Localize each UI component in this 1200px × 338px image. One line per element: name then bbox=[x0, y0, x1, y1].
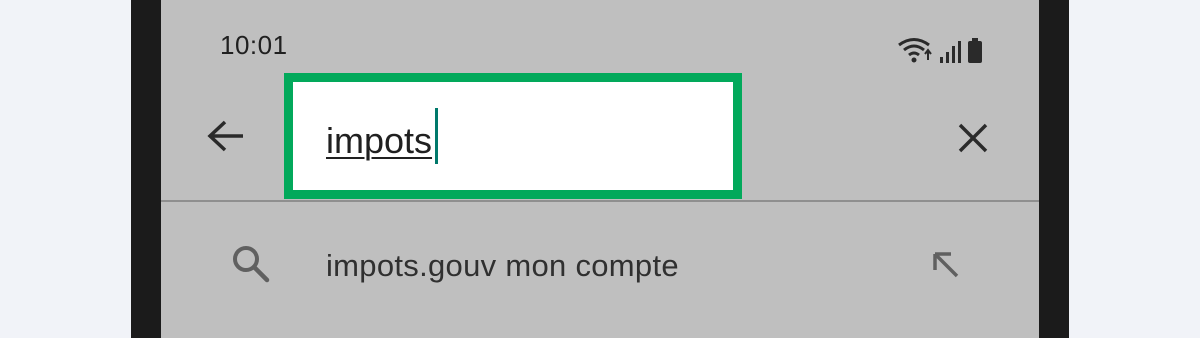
phone-screen: 10:01 impots impots.gouv mon compte bbox=[161, 0, 1039, 338]
device-bezel-right bbox=[1039, 0, 1069, 338]
arrow-left-icon bbox=[207, 120, 243, 152]
device-bezel-left bbox=[131, 0, 161, 338]
back-button[interactable] bbox=[201, 116, 249, 156]
text-caret bbox=[435, 108, 438, 164]
divider bbox=[161, 200, 1039, 202]
signal-icon bbox=[939, 40, 961, 64]
status-time: 10:01 bbox=[220, 30, 288, 60]
search-icon bbox=[229, 242, 273, 291]
close-icon bbox=[958, 123, 988, 153]
search-query-text: impots bbox=[326, 120, 433, 161]
suggestion-label: impots.gouv mon compte bbox=[326, 248, 679, 283]
fill-query-button[interactable] bbox=[927, 246, 963, 282]
battery-icon bbox=[967, 38, 983, 64]
search-input[interactable]: impots bbox=[284, 73, 742, 199]
clear-search-button[interactable] bbox=[951, 116, 995, 160]
status-icons bbox=[897, 34, 983, 64]
suggestion-item[interactable]: impots.gouv mon compte bbox=[161, 220, 1039, 310]
arrow-up-left-icon bbox=[933, 252, 959, 278]
wifi-icon bbox=[897, 36, 933, 64]
